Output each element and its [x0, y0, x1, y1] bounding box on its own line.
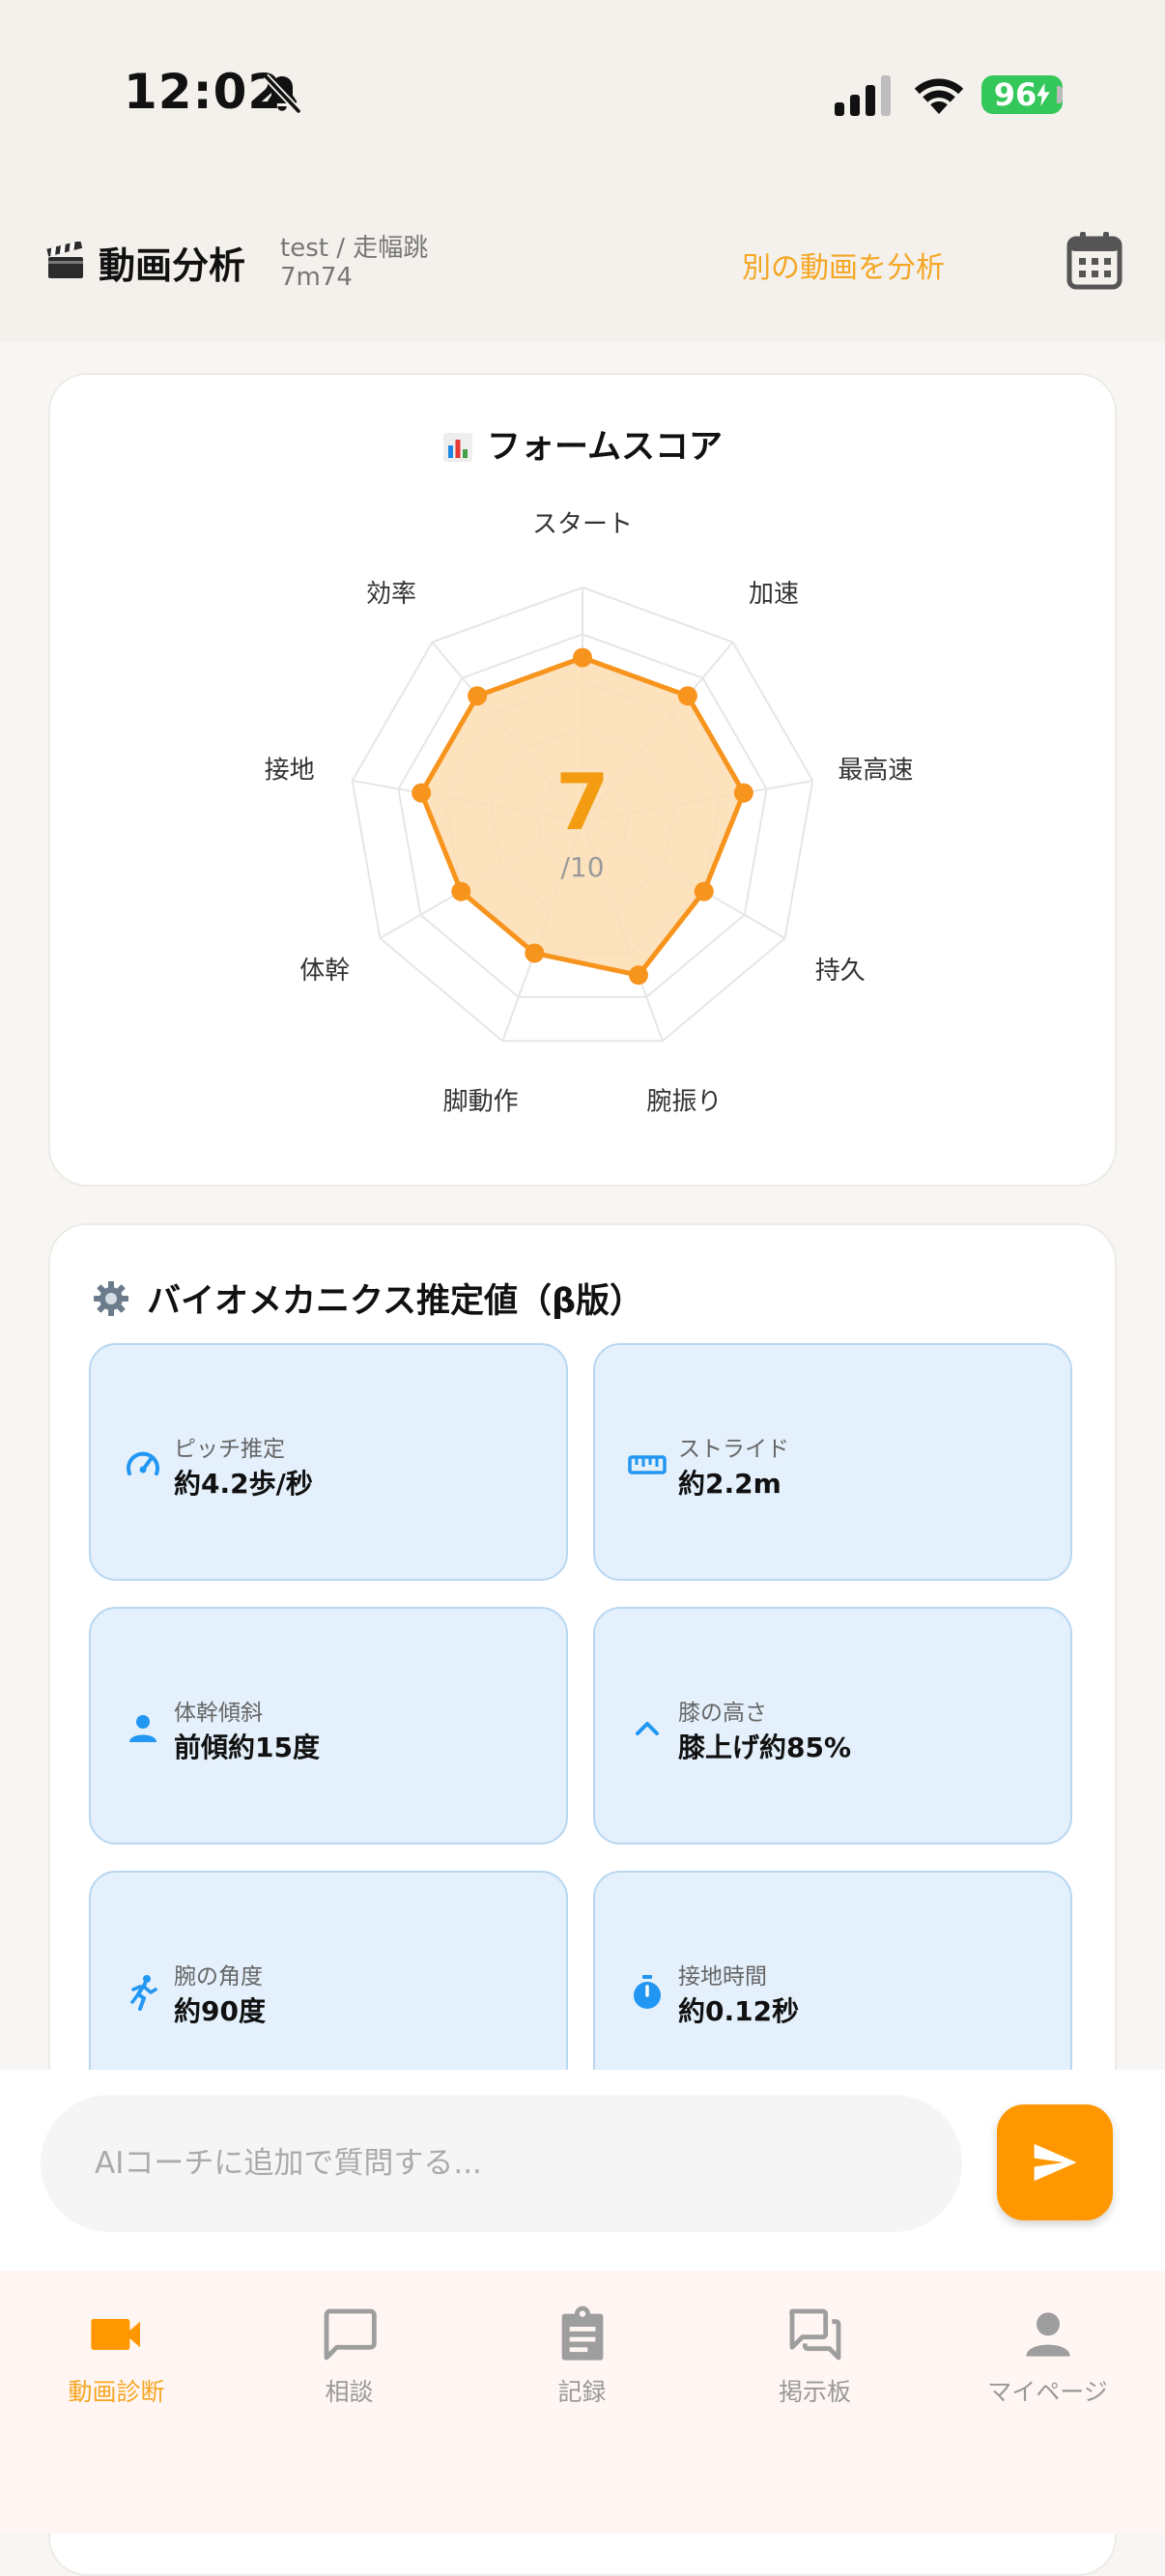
calendar-icon[interactable]	[1066, 230, 1122, 290]
metric-label: 膝の高さ	[678, 1701, 767, 1726]
metric-tile-pitch: ピッチ推定 約4.2歩/秒	[89, 1343, 568, 1581]
metric-tile-trunk-lean: 体幹傾斜 前傾約15度	[89, 1607, 568, 1845]
video-camera-icon	[90, 2319, 140, 2350]
score-max: /10	[560, 851, 604, 883]
metric-value: 前傾約15度	[174, 1732, 320, 1763]
metric-tile-knee-height: 膝の高さ 膝上げ約85%	[593, 1607, 1072, 1845]
radar-axis-label: 腕振り	[646, 1087, 722, 1116]
app-header: 動画分析 test / 走幅跳 7m74 別の動画を分析	[0, 193, 1165, 342]
bottom-navigation: 動画診断 相談 記録 掲示板 マイページ	[0, 2271, 1165, 2533]
ruler-icon	[628, 1455, 667, 1474]
radar-axis-label: 体幹	[299, 957, 350, 986]
chevron-up-icon	[636, 1722, 659, 1735]
metric-label: ストライド	[678, 1437, 789, 1462]
radar-axis-label: 脚動作	[443, 1087, 519, 1116]
radar-point-3	[694, 881, 714, 902]
battery-level: 96	[993, 76, 1037, 113]
nav-tab-consult[interactable]: 相談	[233, 2304, 466, 2448]
battery-indicator: 96	[981, 75, 1063, 114]
metric-value: 約2.2m	[678, 1468, 781, 1500]
radar-axis-label: 効率	[366, 580, 416, 609]
speedometer-icon	[127, 1451, 159, 1475]
forum-icon	[788, 2308, 840, 2361]
chat-input[interactable]	[41, 2095, 962, 2232]
nav-label: 相談	[325, 2378, 374, 2406]
stopwatch-icon	[634, 1975, 661, 2009]
nav-tab-my-page[interactable]: マイページ	[931, 2304, 1164, 2448]
radar-point-6	[451, 881, 471, 902]
chat-bubble-icon	[324, 2308, 377, 2361]
metric-label: 体幹傾斜	[174, 1701, 263, 1726]
nav-label: マイページ	[987, 2378, 1108, 2406]
radar-axis-label: スタート	[532, 510, 633, 539]
metric-tile-stride: ストライド 約2.2m	[593, 1343, 1072, 1581]
metric-value: 約90度	[174, 1995, 266, 2027]
metric-label: ピッチ推定	[174, 1437, 285, 1462]
radar-point-8	[468, 686, 488, 706]
person-icon	[129, 1715, 156, 1742]
status-bar: 12:02 96	[0, 0, 1165, 193]
nav-label: 掲示板	[778, 2378, 851, 2406]
radar-point-7	[412, 783, 432, 803]
nav-tab-video-diagnosis[interactable]: 動画診断	[0, 2304, 233, 2448]
score-value: 7	[555, 758, 610, 847]
clipboard-icon	[561, 2305, 603, 2361]
radar-point-5	[525, 943, 545, 963]
biomechanics-title: バイオメカニクス推定値（β版）	[93, 1274, 643, 1323]
metric-value: 膝上げ約85%	[678, 1732, 852, 1763]
charging-bolt-icon	[1037, 83, 1050, 106]
radar-axis-label: 持久	[815, 957, 866, 986]
page-title: 動画分析	[99, 244, 246, 287]
biomechanics-title-text: バイオメカニクス推定値（β版）	[147, 1282, 644, 1321]
nav-tab-records[interactable]: 記録	[466, 2304, 698, 2448]
chat-bar	[0, 2070, 1165, 2271]
bell-muted-icon	[263, 73, 301, 114]
radar-point-4	[628, 965, 648, 986]
analyze-other-video-button[interactable]: 別の動画を分析	[742, 243, 945, 286]
metric-label: 腕の角度	[174, 1964, 263, 1989]
account-icon	[1025, 2312, 1070, 2357]
radar-point-1	[677, 686, 697, 706]
cellular-signal-icon	[835, 75, 891, 116]
wifi-icon	[914, 78, 964, 114]
send-icon	[1034, 2143, 1077, 2182]
send-button[interactable]	[997, 2104, 1113, 2220]
metric-value: 約4.2歩/秒	[174, 1468, 313, 1500]
radar-point-0	[573, 647, 592, 668]
radar-chart: スタート加速最高速持久腕振り 脚動作 体幹 接地 効率 7 /10	[265, 510, 914, 1116]
radar-axis-label: 加速	[749, 580, 799, 609]
runner-icon	[130, 1975, 157, 2011]
form-score-card: フォームスコア スタート 加速 最高速 持久 腕振り 脚動作 体幹 接地 効率 7 /10	[48, 373, 1117, 1187]
nav-label: 動画診断	[68, 2378, 165, 2406]
radar-point-2	[733, 783, 753, 803]
radar-axis-label: 最高速	[838, 757, 913, 786]
battery-tip	[1057, 86, 1063, 103]
metric-label: 接地時間	[678, 1964, 767, 1989]
athlete-record: 7m74	[280, 263, 353, 292]
nav-tab-board[interactable]: 掲示板	[698, 2304, 931, 2448]
metric-value: 約0.12秒	[678, 1995, 800, 2027]
radar-axis-label: 接地	[265, 757, 315, 786]
clapperboard-icon	[46, 242, 83, 278]
nav-label: 記録	[557, 2378, 607, 2406]
gear-icon	[94, 1280, 128, 1316]
athlete-event: test / 走幅跳	[280, 234, 429, 263]
